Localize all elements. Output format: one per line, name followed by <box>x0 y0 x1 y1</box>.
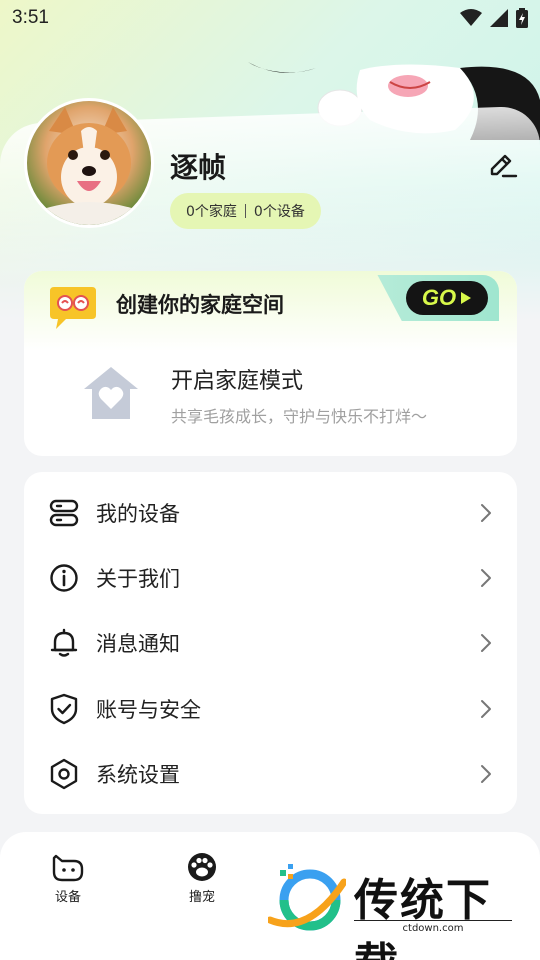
watermark: 传统下载 ctdown.com <box>268 860 528 960</box>
menu-item-notifications[interactable]: 消息通知 <box>24 610 517 675</box>
battery-icon <box>516 8 528 28</box>
watermark-brand: 传统下载 <box>354 875 492 960</box>
nav-tab-label: 设备 <box>54 890 81 905</box>
menu-item-label: 消息通知 <box>96 631 180 656</box>
username: 逐帧 <box>170 151 227 184</box>
device-cat-icon <box>52 854 84 882</box>
menu-item-about-us[interactable]: 关于我们 <box>24 545 517 610</box>
status-icons <box>460 8 528 28</box>
menu-item-label: 关于我们 <box>96 566 180 591</box>
chevron-right-icon <box>481 699 491 718</box>
watermark-url: ctdown.com <box>354 920 512 934</box>
play-arrow-icon <box>461 292 472 304</box>
dog-avatar-image <box>37 107 141 225</box>
status-bar: 3:51 <box>0 0 540 36</box>
chevron-right-icon <box>481 764 491 783</box>
family-space-card[interactable]: 创建你的家庭空间 GO 开启家庭模式 共享毛孩成长，守护与快乐不打烊～ <box>24 271 517 456</box>
settings-hexagon-icon <box>48 758 80 790</box>
device-icon <box>48 497 80 529</box>
menu-item-my-devices[interactable]: 我的设备 <box>24 480 517 545</box>
family-mode-subtitle: 共享毛孩成长，守护与快乐不打烊～ <box>171 407 428 426</box>
status-time: 3:51 <box>12 7 49 28</box>
menu-item-system-settings[interactable]: 系统设置 <box>24 741 517 806</box>
paw-icon <box>188 853 216 881</box>
wifi-icon <box>460 9 482 26</box>
nav-tab-label: 撸宠 <box>188 890 215 905</box>
cellular-signal-icon <box>490 9 508 27</box>
info-icon <box>48 562 80 594</box>
edit-profile-icon[interactable] <box>486 150 518 182</box>
avatar[interactable] <box>24 98 154 228</box>
chevron-right-icon <box>481 568 491 587</box>
profile-stats-pill: 0个家庭 0个设备 <box>170 193 321 229</box>
stats-divider <box>244 204 246 218</box>
shield-check-icon <box>48 693 80 725</box>
nav-tab-pet[interactable]: 撸宠 <box>162 852 242 905</box>
watermark-logo-icon <box>268 864 346 931</box>
nav-tab-devices[interactable]: 设备 <box>28 852 108 905</box>
house-heart-icon <box>84 367 138 419</box>
chevron-right-icon <box>481 503 491 522</box>
family-mode-title: 开启家庭模式 <box>171 369 304 394</box>
menu-item-account-security[interactable]: 账号与安全 <box>24 676 517 741</box>
go-button-label: GO <box>421 285 457 310</box>
chevron-right-icon <box>481 633 491 652</box>
menu-list-card: 我的设备 关于我们 消息通知 账号与安全 系统设置 <box>24 472 517 814</box>
menu-item-label: 账号与安全 <box>96 697 201 722</box>
menu-item-label: 我的设备 <box>96 501 180 526</box>
device-count: 0个设备 <box>253 204 305 220</box>
family-count: 0个家庭 <box>186 204 237 220</box>
bell-icon <box>48 627 80 659</box>
family-banner-title: 创建你的家庭空间 <box>116 293 284 317</box>
chat-bubble-eyes-icon <box>50 287 96 329</box>
go-button[interactable]: GO <box>406 281 488 315</box>
menu-item-label: 系统设置 <box>96 762 180 787</box>
